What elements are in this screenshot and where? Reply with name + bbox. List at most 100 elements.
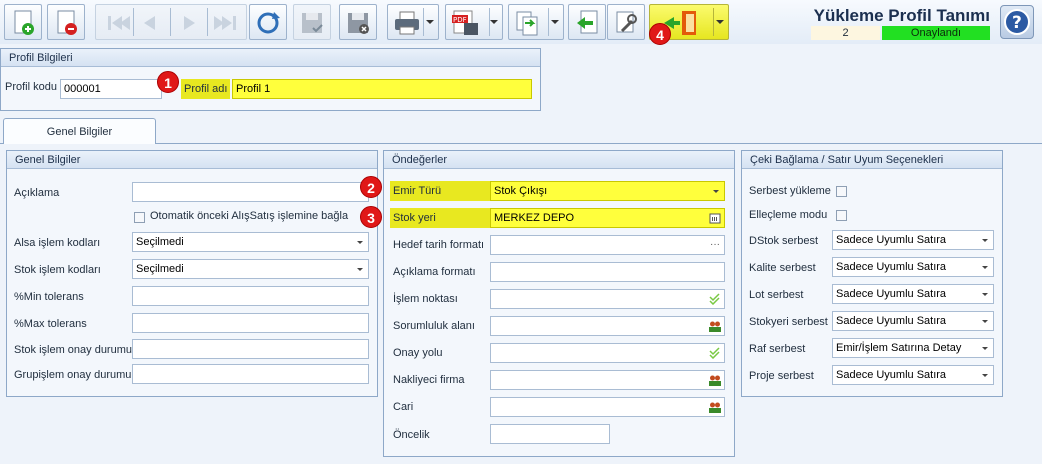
chevron-down-icon [357, 268, 363, 271]
kalite-value: Sadece Uyumlu Satıra [836, 261, 947, 273]
save-button[interactable] [293, 4, 331, 40]
svg-text:PDF: PDF [453, 16, 467, 24]
lot-label: Lot serbest [749, 289, 804, 301]
raf-select[interactable]: Emir/İşlem Satırına Detay [832, 338, 994, 358]
cari-label: Cari [393, 401, 414, 413]
profil-adi-field[interactable]: Profil 1 [232, 79, 532, 99]
record-number: 2 [811, 26, 880, 40]
kalite-select[interactable]: Sadece Uyumlu Satıra [832, 257, 994, 277]
islem-noktasi-field[interactable] [490, 289, 725, 309]
hedef-tarih-field[interactable]: ··· [490, 235, 725, 255]
onay-yolu-field[interactable] [490, 343, 725, 363]
chevron-down-icon [982, 374, 988, 377]
stokyeri-serbest-value: Sadece Uyumlu Satıra [836, 315, 947, 327]
alsa-value: Seçilmedi [136, 236, 184, 248]
delete-record-button[interactable] [47, 4, 85, 40]
oncelik-input[interactable] [490, 424, 610, 444]
stok-islem-select[interactable]: Seçilmedi [132, 259, 369, 279]
dstok-select[interactable]: Sadece Uyumlu Satıra [832, 230, 994, 250]
emir-turu-value: Stok Çıkışı [494, 185, 548, 197]
back-button[interactable] [568, 4, 606, 40]
aciklama-input[interactable] [132, 182, 369, 202]
hedef-tarih-label: Hedef tarih formatı [393, 239, 485, 251]
copy-icon [516, 11, 538, 36]
annotation-badge-1: 1 [157, 71, 179, 93]
users-icon [709, 321, 721, 332]
serbest-yukleme-checkbox[interactable] [836, 186, 847, 197]
pdf-export-button[interactable]: PDF [445, 4, 503, 40]
cancel-save-button[interactable] [339, 4, 377, 40]
back-icon [577, 10, 598, 34]
status-badge: Onaylandı [882, 26, 990, 40]
tools-icon [616, 11, 637, 33]
record-navigation [95, 4, 247, 40]
annotation-badge-2: 2 [360, 176, 382, 198]
islem-noktasi-label: İşlem noktası [393, 293, 458, 305]
cari-field[interactable] [490, 397, 725, 417]
dstok-value: Sadece Uyumlu Satıra [836, 234, 947, 246]
nakliyeci-field[interactable] [490, 370, 725, 390]
kalite-label: Kalite serbest [749, 262, 816, 274]
raf-label: Raf serbest [749, 343, 806, 355]
help-icon: ? [1004, 9, 1030, 35]
chevron-down-icon [713, 190, 719, 193]
lot-select[interactable]: Sadece Uyumlu Satıra [832, 284, 994, 304]
stokyeri-serbest-select[interactable]: Sadece Uyumlu Satıra [832, 311, 994, 331]
stokyeri-serbest-label: Stokyeri serbest [749, 316, 828, 328]
stok-onay-input[interactable] [132, 339, 369, 359]
chevron-down-icon [982, 320, 988, 323]
emir-turu-label: Emir Türü [390, 181, 490, 201]
window-title: Yükleme Profil Tanımı [813, 6, 990, 25]
ellecleme-checkbox[interactable] [836, 210, 847, 221]
double-check-icon [709, 347, 720, 359]
pdf-export-icon: PDF [452, 10, 478, 35]
ondegerler-panel: Öndeğerler Emir Türü Stok Çıkışı Stok ye… [383, 150, 735, 457]
tab-genel-bilgiler[interactable]: Genel Bilgiler [3, 118, 156, 144]
ellecleme-label: Elleçleme modu [749, 209, 828, 221]
max-tolerans-input[interactable] [132, 313, 369, 333]
save-icon [302, 13, 323, 33]
print-button[interactable] [387, 4, 439, 40]
profil-kodu-label: Profil kodu [5, 81, 57, 93]
copy-button[interactable] [508, 4, 564, 40]
sorumluluk-field[interactable] [490, 316, 725, 336]
genel-bilgiler-panel: Genel Bilgiler Açıklama Otomatik önceki … [6, 150, 378, 397]
annotation-badge-3: 3 [360, 206, 382, 228]
lot-value: Sadece Uyumlu Satıra [836, 288, 947, 300]
refresh-button[interactable] [249, 4, 287, 40]
proje-select[interactable]: Sadece Uyumlu Satıra [832, 365, 994, 385]
record-navigation-icons [108, 16, 236, 30]
new-record-icon [14, 10, 34, 35]
alsa-label: Alsa işlem kodları [14, 237, 101, 249]
profil-section: Profil Bilgileri Profil kodu 000001 Prof… [0, 48, 541, 111]
tools-button[interactable] [607, 4, 645, 40]
cancel-save-icon [348, 13, 369, 34]
ceki-panel-title: Çeki Bağlama / Satır Uyum Seçenekleri [742, 151, 1002, 169]
chevron-down-icon [982, 347, 988, 350]
max-tolerans-label: %Max tolerans [14, 318, 87, 330]
chevron-down-icon [982, 266, 988, 269]
double-check-icon [709, 293, 720, 305]
stok-yeri-field[interactable]: MERKEZ DEPO [490, 208, 725, 228]
chevron-down-icon [982, 239, 988, 242]
nakliyeci-label: Nakliyeci firma [393, 374, 465, 386]
alsa-select[interactable]: Seçilmedi [132, 232, 369, 252]
help-button[interactable]: ? [1000, 5, 1034, 39]
min-tolerans-label: %Min tolerans [14, 291, 84, 303]
profil-section-title: Profil Bilgileri [1, 49, 540, 67]
aciklama-format-input[interactable] [490, 262, 725, 282]
otomatik-label: Otomatik önceki AlışSatış işlemine bağla [150, 210, 349, 222]
delete-record-icon [57, 10, 77, 35]
otomatik-checkbox[interactable] [134, 212, 145, 223]
aciklama-format-label: Açıklama formatı [393, 266, 476, 278]
emir-turu-select[interactable]: Stok Çıkışı [490, 181, 725, 201]
grup-onay-input[interactable] [132, 364, 369, 384]
min-tolerans-input[interactable] [132, 286, 369, 306]
aciklama-label: Açıklama [14, 187, 60, 199]
profil-kodu-field[interactable]: 000001 [60, 79, 162, 99]
stok-islem-value: Seçilmedi [136, 263, 184, 275]
new-record-button[interactable] [4, 4, 42, 40]
dstok-label: DStok serbest [749, 235, 819, 247]
raf-value: Emir/İşlem Satırına Detay [836, 342, 962, 354]
proje-label: Proje serbest [749, 370, 814, 382]
